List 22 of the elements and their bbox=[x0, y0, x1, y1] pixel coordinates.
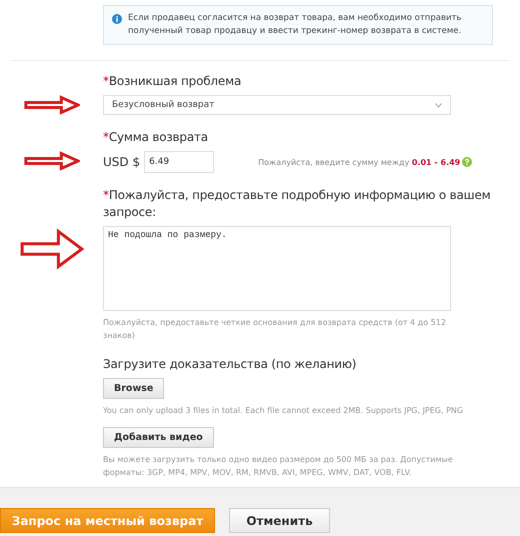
currency-label: USD $ bbox=[103, 155, 140, 169]
arrow-icon bbox=[24, 95, 80, 115]
details-hint: Пожалуйста, предоставьте четкие основания для возврата средств (от 4 до 512 знаков) bbox=[103, 317, 447, 342]
info-icon bbox=[112, 14, 122, 24]
cancel-button[interactable]: Отменить bbox=[229, 508, 330, 533]
add-video-button[interactable]: Добавить видео bbox=[103, 427, 214, 448]
caret-icon bbox=[435, 102, 442, 108]
notice-text: Если продавец согласится на возврат товара, вам необходимо отправить полученный товар продавцу и ввести трекинг-номер возврата в системе. bbox=[128, 12, 462, 38]
help-icon[interactable] bbox=[462, 157, 472, 167]
field-label: *Пожалуйста, предоставьте подробную информацию о вашем запросе: bbox=[103, 187, 492, 221]
amount-hint: Пожалуйста, введите сумму между 0.01 - 6.49 bbox=[258, 158, 460, 166]
upload-label: Загрузите доказательства (по желанию) bbox=[103, 356, 358, 373]
browse-button[interactable]: Browse bbox=[103, 378, 164, 399]
arrow-icon bbox=[20, 228, 84, 270]
arrow-icon bbox=[24, 151, 80, 171]
field-label: *Возникшая проблема bbox=[103, 73, 242, 90]
problem-dropdown[interactable]: Безусловный возврат bbox=[103, 95, 451, 115]
field-label: *Сумма возврата bbox=[103, 129, 209, 146]
amount-field[interactable]: 6.49 bbox=[144, 151, 214, 173]
upload-note: You can only upload 3 files in total. Each file cannot exceed 2MB. Supports JPG, JPEG, PNG bbox=[103, 405, 464, 417]
video-note: Вы можете загрузить только одно видео размером до 500 МБ за раз. Допустимые форматы: 3GP, MP4, MPV, MOV, RM, RMVB, AVI, MPEG, WMV, DAT, VOB, FLV. bbox=[103, 454, 454, 479]
details-field[interactable]: Не подошла по размеру. bbox=[103, 226, 451, 311]
